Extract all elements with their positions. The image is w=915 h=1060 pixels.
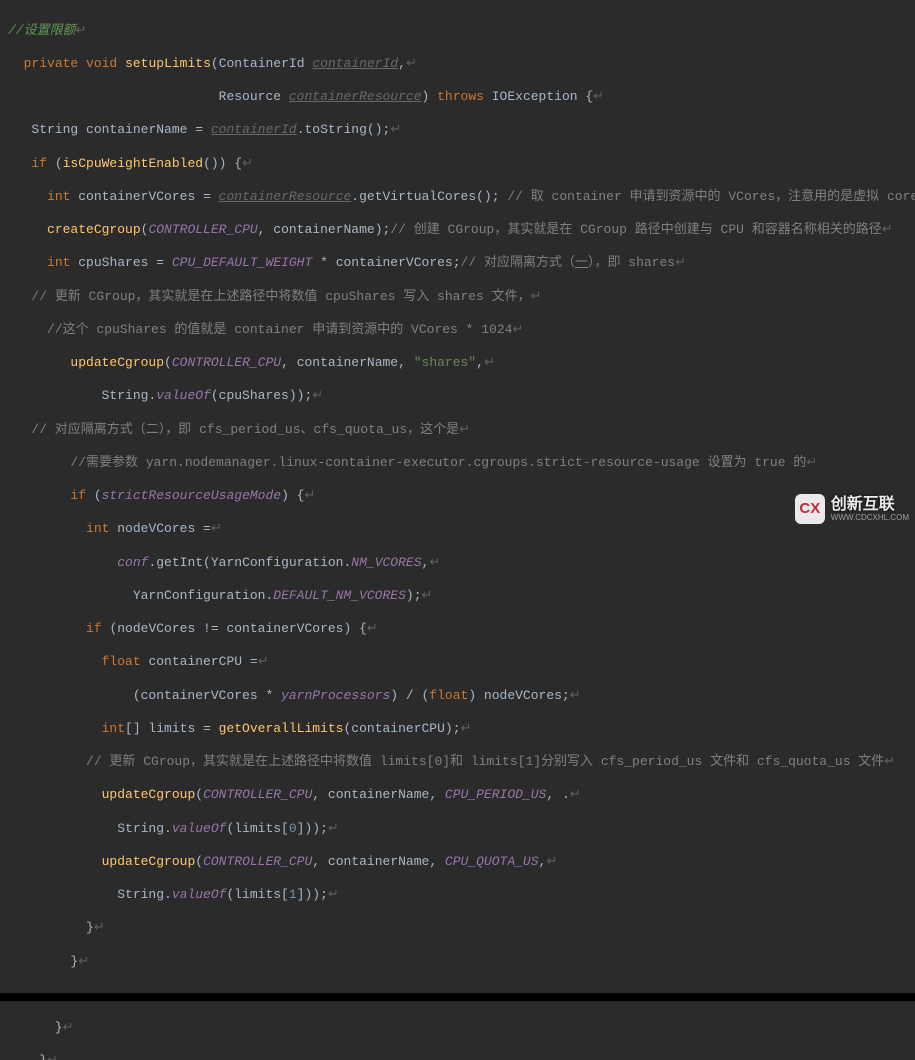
code-line: conf.getInt(YarnConfiguration.NM_VCORES,… (8, 555, 907, 572)
pane-separator[interactable] (0, 993, 915, 1001)
code-line: int containerVCores = containerResource.… (8, 189, 907, 206)
code-line: YarnConfiguration.DEFAULT_NM_VCORES);↵ (8, 588, 907, 605)
code-line: }↵ (8, 954, 907, 971)
code-line: // 对应隔离方式（二），即 cfs_period_us、cfs_quota_u… (8, 422, 907, 439)
code-line: createCgroup(CONTROLLER_CPU, containerNa… (8, 222, 907, 239)
code-line: // 更新 CGroup，其实就是在上述路径中将数值 cpuShares 写入 … (8, 289, 907, 306)
code-line: if (nodeVCores != containerVCores) {↵ (8, 621, 907, 638)
code-line: private void setupLimits(ContainerId con… (8, 56, 907, 73)
code-line: String.valueOf(limits[1]));↵ (8, 887, 907, 904)
watermark-badge-icon: CX (795, 494, 825, 524)
code-line: String containerName = containerId.toStr… (8, 122, 907, 139)
code-line: }↵ (8, 1020, 907, 1037)
code-editor-lower[interactable]: }↵ }↵ (0, 1001, 915, 1060)
code-line: //这个 cpuShares 的值就是 container 申请到资源中的 VC… (8, 322, 907, 339)
code-line: int[] limits = getOverallLimits(containe… (8, 721, 907, 738)
code-line: }↵ (8, 1053, 907, 1060)
code-line: // 更新 CGroup，其实就是在上述路径中将数值 limits[0]和 li… (8, 754, 907, 771)
code-line: //设置限额↵ (8, 23, 907, 40)
watermark: CX 创新互联 WWW.CDCXHL.COM (795, 494, 909, 524)
code-line: String.valueOf(cpuShares));↵ (8, 388, 907, 405)
code-line: (containerVCores * yarnProcessors) / (fl… (8, 688, 907, 705)
code-line: float containerCPU =↵ (8, 654, 907, 671)
code-line: }↵ (8, 920, 907, 937)
code-line: if (strictResourceUsageMode) {↵ (8, 488, 907, 505)
code-line: Resource containerResource) throws IOExc… (8, 89, 907, 106)
code-line: updateCgroup(CONTROLLER_CPU, containerNa… (8, 355, 907, 372)
code-line: int cpuShares = CPU_DEFAULT_WEIGHT * con… (8, 255, 907, 272)
code-line: if (isCpuWeightEnabled()) {↵ (8, 156, 907, 173)
code-line: updateCgroup(CONTROLLER_CPU, containerNa… (8, 787, 907, 804)
code-editor[interactable]: //设置限额↵ private void setupLimits(Contain… (0, 0, 915, 993)
code-line: //需要参数 yarn.nodemanager.linux-container-… (8, 455, 907, 472)
watermark-text: 创新互联 (831, 496, 895, 513)
watermark-subtext: WWW.CDCXHL.COM (831, 513, 909, 523)
code-line: updateCgroup(CONTROLLER_CPU, containerNa… (8, 854, 907, 871)
code-line: String.valueOf(limits[0]));↵ (8, 821, 907, 838)
